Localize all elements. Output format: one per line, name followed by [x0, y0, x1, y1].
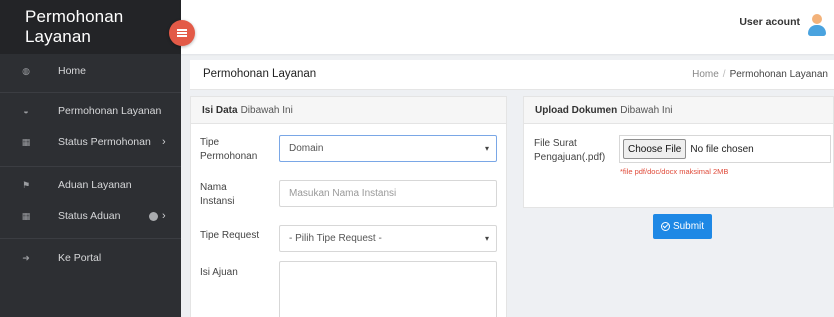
- upload-panel-header: Upload Dokumen Dibawah Ini: [524, 97, 833, 124]
- grid-icon: ▦: [21, 136, 31, 147]
- page-header: Permohonan Layanan Home / Permohonan Layan…: [190, 60, 834, 90]
- brand: Permohonan Layanan: [0, 0, 181, 54]
- upload-panel: Upload Dokumen Dibawah Ini File Surat Pe…: [523, 96, 834, 208]
- select-value: - Pilih Tipe Request -: [289, 233, 382, 244]
- form-panel: Isi Data Dibawah Ini Tipe Permohonan Dom…: [190, 96, 507, 317]
- flag-icon: ⚑: [21, 179, 31, 190]
- hamburger-icon: [177, 29, 187, 37]
- file-size-hint: *file pdf/doc/docx maksimal 2MB: [620, 167, 729, 176]
- status-badge: [149, 211, 158, 221]
- dashboard-icon: ◍: [22, 65, 30, 76]
- file-upload-input[interactable]: Choose File No file chosen: [619, 135, 831, 163]
- tipe-request-label: Tipe Request: [200, 230, 260, 241]
- submit-button[interactable]: Submit: [653, 214, 712, 239]
- file-surat-label: File Surat Pengajuan(.pdf): [534, 138, 606, 163]
- tipe-permohonan-label: Tipe Permohonan: [200, 137, 258, 162]
- user-account-label[interactable]: User acount: [739, 16, 800, 28]
- breadcrumb: Home / Permohonan Layanan: [692, 69, 828, 80]
- tipe-permohonan-select[interactable]: Domain ▾: [279, 135, 497, 162]
- brand-title: Permohonan Layanan: [25, 7, 124, 46]
- select-value: Domain: [289, 143, 324, 154]
- sidebar-item-aduan-layanan[interactable]: ⚑ Aduan Layanan: [0, 173, 181, 197]
- sidebar-item-permohonan-layanan[interactable]: ◒ Permohonan Layanan: [0, 99, 181, 123]
- sidebar-item-label: Home: [58, 65, 87, 77]
- isi-ajuan-label: Isi Ajuan: [200, 267, 238, 278]
- sidebar-item-label: Aduan Layanan: [58, 179, 132, 191]
- topbar: User acount: [181, 0, 834, 54]
- sidebar-item-ke-portal[interactable]: ➜ Ke Portal: [0, 246, 181, 270]
- chevron-right-icon: ›: [162, 136, 166, 148]
- nama-instansi-label: Nama Instansi: [200, 182, 235, 207]
- panel-heading-text: Dibawah Ini: [240, 104, 293, 116]
- chevron-right-icon: ›: [162, 210, 166, 222]
- check-circle-icon: [660, 222, 670, 231]
- breadcrumb-home-link[interactable]: Home: [692, 69, 719, 80]
- exit-icon: ➜: [22, 252, 30, 263]
- form-panel-header: Isi Data Dibawah Ini: [191, 97, 506, 124]
- page-title: Permohonan Layanan: [203, 68, 317, 80]
- panel-heading-text: Dibawah Ini: [620, 104, 673, 116]
- input-placeholder: Masukan Nama Instansi: [289, 188, 397, 199]
- sidebar-divider: [0, 238, 181, 239]
- chevron-down-icon: ▾: [484, 233, 489, 243]
- breadcrumb-current: Permohonan Layanan: [729, 69, 828, 80]
- menu-toggle-button[interactable]: [169, 20, 195, 46]
- sidebar-item-status-aduan[interactable]: ▦ Status Aduan ›: [0, 204, 181, 228]
- file-status-text: No file chosen: [690, 143, 754, 155]
- sidebar-item-label: Status Aduan: [58, 210, 121, 222]
- sidebar-item-label: Status Permohonan: [58, 136, 151, 148]
- sidebar-item-status-permohonan[interactable]: ▦ Status Permohonan ›: [0, 130, 181, 154]
- sidebar-item-label: Permohonan Layanan: [58, 105, 162, 117]
- globe-icon: ◒: [23, 106, 29, 116]
- sidebar-divider: [0, 166, 181, 167]
- sidebar-divider: [0, 92, 181, 93]
- sidebar-item-label: Ke Portal: [58, 252, 102, 264]
- grid-icon: ▦: [21, 210, 31, 221]
- choose-file-button[interactable]: Choose File: [623, 139, 687, 159]
- chevron-down-icon: ▾: [484, 143, 489, 153]
- isi-ajuan-textarea[interactable]: [279, 261, 497, 317]
- panel-heading-bold: Isi Data: [202, 104, 238, 116]
- submit-label: Submit: [672, 221, 705, 232]
- panel-heading-bold: Upload Dokumen: [535, 104, 618, 116]
- sidebar-item-home[interactable]: ◍ Home: [0, 59, 181, 83]
- nama-instansi-input[interactable]: Masukan Nama Instansi: [279, 180, 497, 207]
- tipe-request-select[interactable]: - Pilih Tipe Request - ▾: [279, 225, 497, 252]
- sidebar: Permohonan Layanan ◍ Home ◒ Permohonan L…: [0, 0, 181, 317]
- user-avatar-icon[interactable]: [808, 14, 826, 36]
